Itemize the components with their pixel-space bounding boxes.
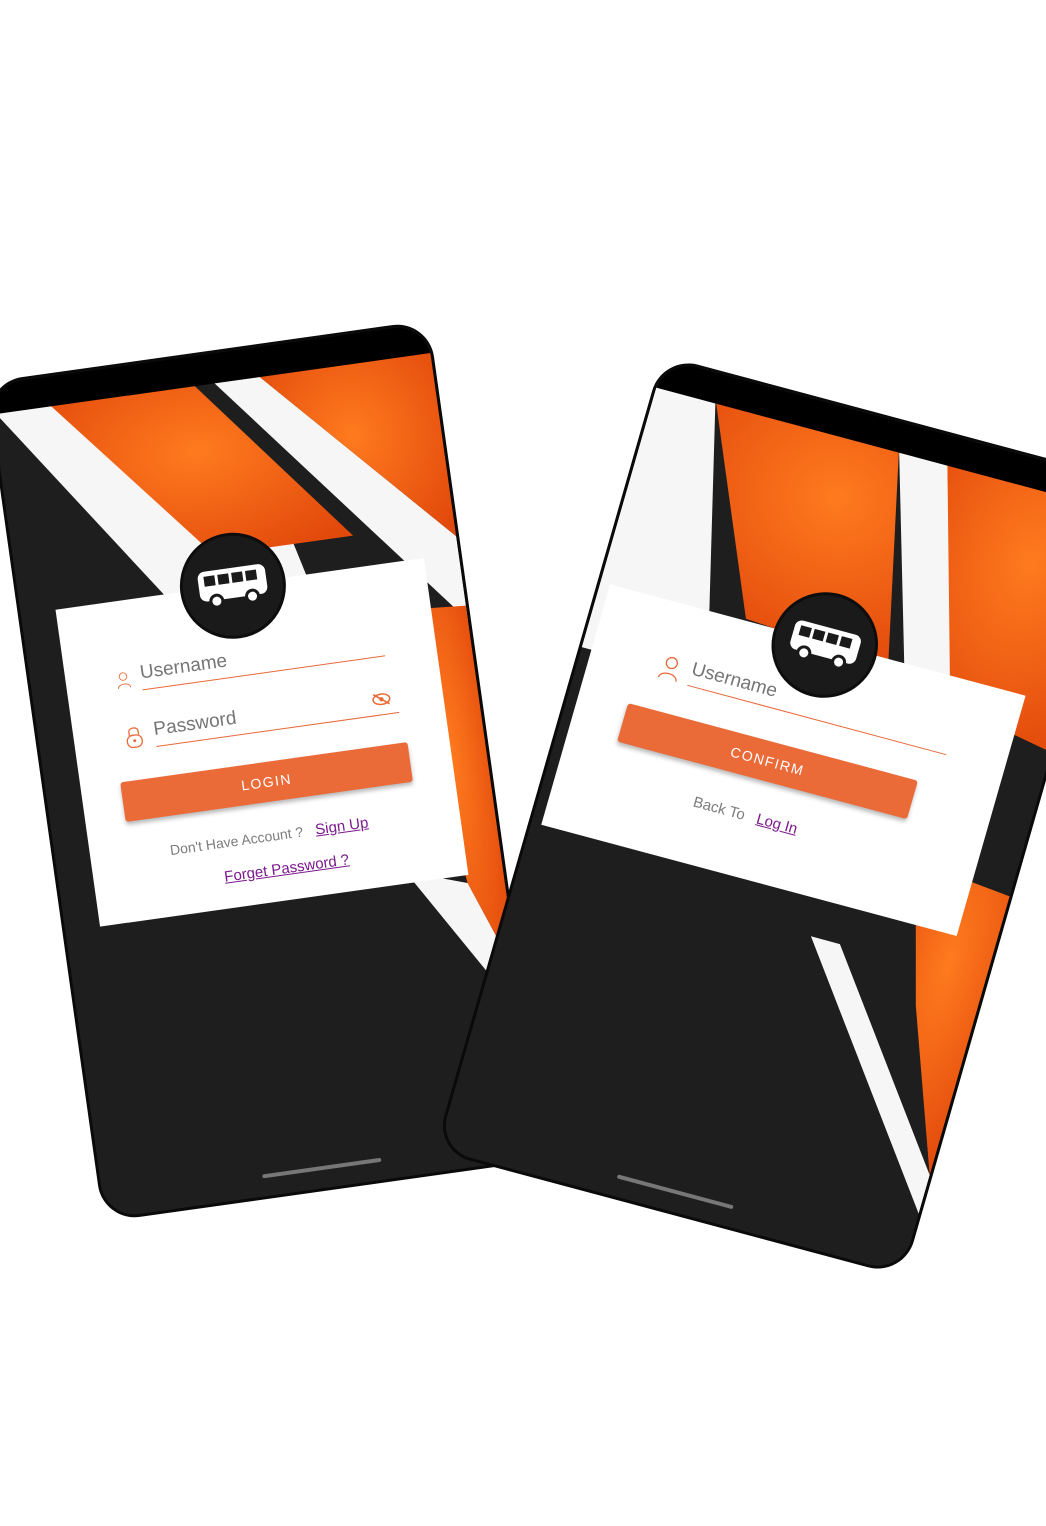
password-input[interactable]	[151, 683, 399, 748]
back-to-text: Back To	[691, 793, 748, 824]
lock-icon	[126, 727, 143, 749]
bus-icon	[790, 620, 861, 670]
forget-row: Forget Password ?	[223, 851, 350, 886]
forget-password-link[interactable]: Forget Password ?	[223, 851, 350, 885]
login-button[interactable]: LOGIN	[120, 742, 413, 823]
sign-up-link[interactable]: Sign Up	[314, 814, 369, 838]
user-icon	[118, 672, 132, 689]
bus-icon	[197, 564, 268, 609]
signup-row: Don't Have Account ? Sign Up	[169, 806, 429, 860]
reset-phone: CONFIRM Back To Log In	[437, 358, 1046, 1274]
username-input[interactable]	[138, 626, 386, 691]
password-field	[122, 683, 399, 751]
eye-off-icon[interactable]	[370, 690, 393, 709]
no-account-text: Don't Have Account ?	[168, 823, 305, 859]
user-icon	[657, 656, 679, 682]
log-in-link[interactable]: Log In	[754, 811, 799, 838]
username-field	[114, 626, 386, 694]
showcase-stage: LOGIN Don't Have Account ? Sign Up Forge…	[0, 0, 1046, 1526]
